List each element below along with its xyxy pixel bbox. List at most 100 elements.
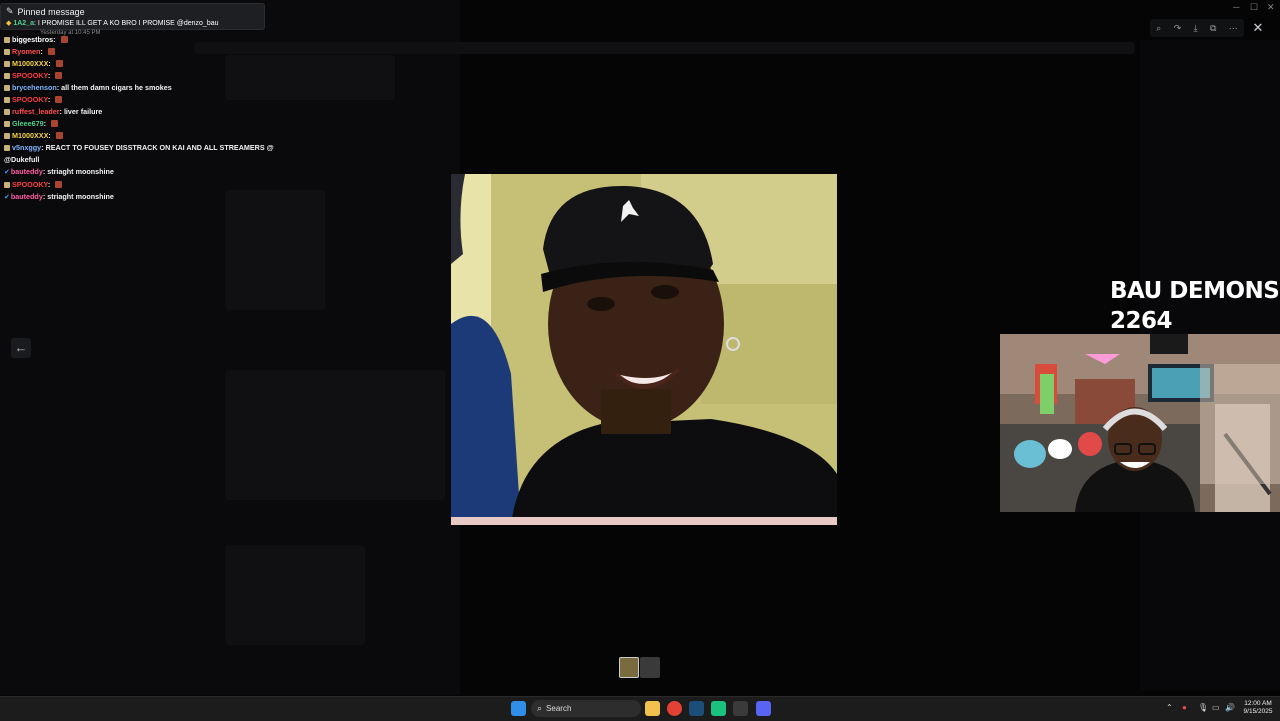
image-toolbar: ⌕ ↷ ⤓ ⧉ ⋯ [1150,19,1244,37]
microphone-icon[interactable]: 🎙 [1198,703,1208,712]
bg-ghost-panel [225,370,445,500]
chat-text: REACT TO FOUSEY DISSTRACK ON KAI AND ALL… [45,143,274,152]
chat-message: ruffest_leader: liver failure [4,106,274,118]
volume-icon[interactable]: 🔊 [1225,703,1235,712]
search-label: Search [546,704,572,713]
app-icon[interactable] [711,701,726,716]
minimize-icon[interactable]: ─ [1233,2,1239,12]
chat-username[interactable]: M1000XXX [12,131,48,140]
chat-username[interactable]: Gleee679 [12,119,44,128]
chat-username[interactable]: SPOOOKY [12,95,48,104]
chat-message: brycehenson: all them damn cigars he smo… [4,82,274,94]
tray-app-icon[interactable]: ● [1182,703,1187,712]
chat-message: SPOOOKY: [4,94,274,106]
chat-username[interactable]: bauteddy [11,167,43,176]
chat-username[interactable]: SPOOOKY [12,180,48,189]
chat-separator: : [47,95,53,104]
system-clock[interactable]: 12:00 AM 9/15/2025 [1238,700,1278,716]
file-explorer-icon[interactable] [645,701,660,716]
back-button[interactable]: ← [11,338,31,358]
chat-text: all them damn cigars he smokes [61,83,172,92]
chat-username[interactable]: SPOOOKY [12,71,48,80]
chat-message: SPOOOKY: [4,179,274,191]
chat-username[interactable]: M1000XXX [12,59,48,68]
thumbnail-2[interactable] [640,657,660,678]
emote-icon [47,48,55,55]
chat-message: v5nxggy: REACT TO FOUSEY DISSTRACK ON KA… [4,142,274,154]
star-icon: ◆ [6,20,12,27]
chat-username[interactable]: brycehenson [12,83,57,92]
user-badge-icon [4,109,10,115]
user-badge-icon [4,121,10,127]
chat-text: striaght moonshine [47,167,114,176]
open-external-icon[interactable]: ⧉ [1210,23,1216,34]
user-badge-icon [4,61,10,67]
emote-icon [55,96,63,103]
zoom-icon[interactable]: ⌕ [1156,23,1161,34]
emote-icon [55,132,63,139]
chat-message: M1000XXX: [4,130,274,142]
chat-message: Gleee679: [4,118,274,130]
chat-separator: : [40,47,45,56]
pin-icon: ✎ [6,6,14,16]
pinned-body: I PROMISE ILL GET A KO BRO I PROMISE @de… [37,20,219,27]
windows-start-icon[interactable] [511,701,526,716]
emote-icon [55,181,63,188]
user-badge-icon [4,145,10,151]
chat-message: Ryomen: [4,46,274,58]
emote-icon [60,36,68,43]
chat-separator: : [48,59,53,68]
pinned-header-label: Pinned message [17,6,85,17]
chat-username[interactable]: ruffest_leader [12,107,60,116]
more-icon[interactable]: ⋯ [1229,23,1238,34]
discord-icon[interactable] [756,701,771,716]
chat-text: striaght moonshine [47,192,114,201]
user-badge-icon [4,37,10,43]
window-close-icon[interactable]: ✕ [1267,2,1275,13]
chat-separator: : [53,35,58,44]
emote-icon [55,72,63,79]
overlay-line-2: 2264 [1110,308,1173,334]
app-icon-2[interactable] [733,701,748,716]
bg-ghost-panel [225,545,365,645]
chat-message: M1000XXX: [4,58,274,70]
chat-separator: : [48,131,53,140]
chat-message: biggestbros: [4,34,274,46]
chat-username[interactable]: v5nxggy [12,143,41,152]
chat-separator: : [47,71,53,80]
chevron-up-icon[interactable]: ⌃ [1166,703,1173,712]
arrow-left-icon: ← [14,340,28,355]
thumbnail-1[interactable] [619,657,639,678]
chrome-icon[interactable] [667,701,682,716]
image-thumbnails [619,657,660,678]
emote-icon [55,60,63,67]
user-badge-icon [4,85,10,91]
pinned-message[interactable]: ✎ Pinned message ◆ 1A2_a: I PROMISE ILL … [0,3,265,30]
download-icon[interactable]: ⤓ [1194,23,1198,34]
chat-username[interactable]: bauteddy [11,192,43,201]
stream-overlay-title: BAU DEMONS 2264 [1110,276,1280,336]
taskbar: ⌕ Search ⌃ ● 🎙 ▭ 🔊 12:00 AM 9/15/2025 [0,696,1280,721]
search-icon: ⌕ [537,703,543,713]
chat-username[interactable]: Ryomen [12,47,40,56]
steam-icon[interactable] [689,701,704,716]
clock-date: 9/15/2025 [1243,708,1273,715]
user-badge-icon [4,97,10,103]
bg-ghost-bar [195,42,1135,54]
user-badge-icon: ✔ [4,194,10,201]
pinned-message-text: ◆ 1A2_a: I PROMISE ILL GET A KO BRO I PR… [6,20,219,27]
emote-icon [50,120,58,127]
search-input[interactable]: ⌕ Search [531,700,641,717]
user-badge-icon [4,182,10,188]
user-badge-icon [4,133,10,139]
chat-text: liver failure [63,107,103,116]
pinned-user[interactable]: 1A2_a [13,20,34,27]
webcam-feed [1000,334,1280,512]
bg-ghost-panel [225,190,325,310]
main-image[interactable] [451,174,837,525]
network-icon[interactable]: ▭ [1212,703,1220,712]
share-icon[interactable]: ↷ [1174,23,1182,34]
chat-username[interactable]: biggestbros [12,35,53,44]
close-icon[interactable]: ✕ [1248,18,1268,38]
maximize-icon[interactable]: ☐ [1250,2,1258,13]
